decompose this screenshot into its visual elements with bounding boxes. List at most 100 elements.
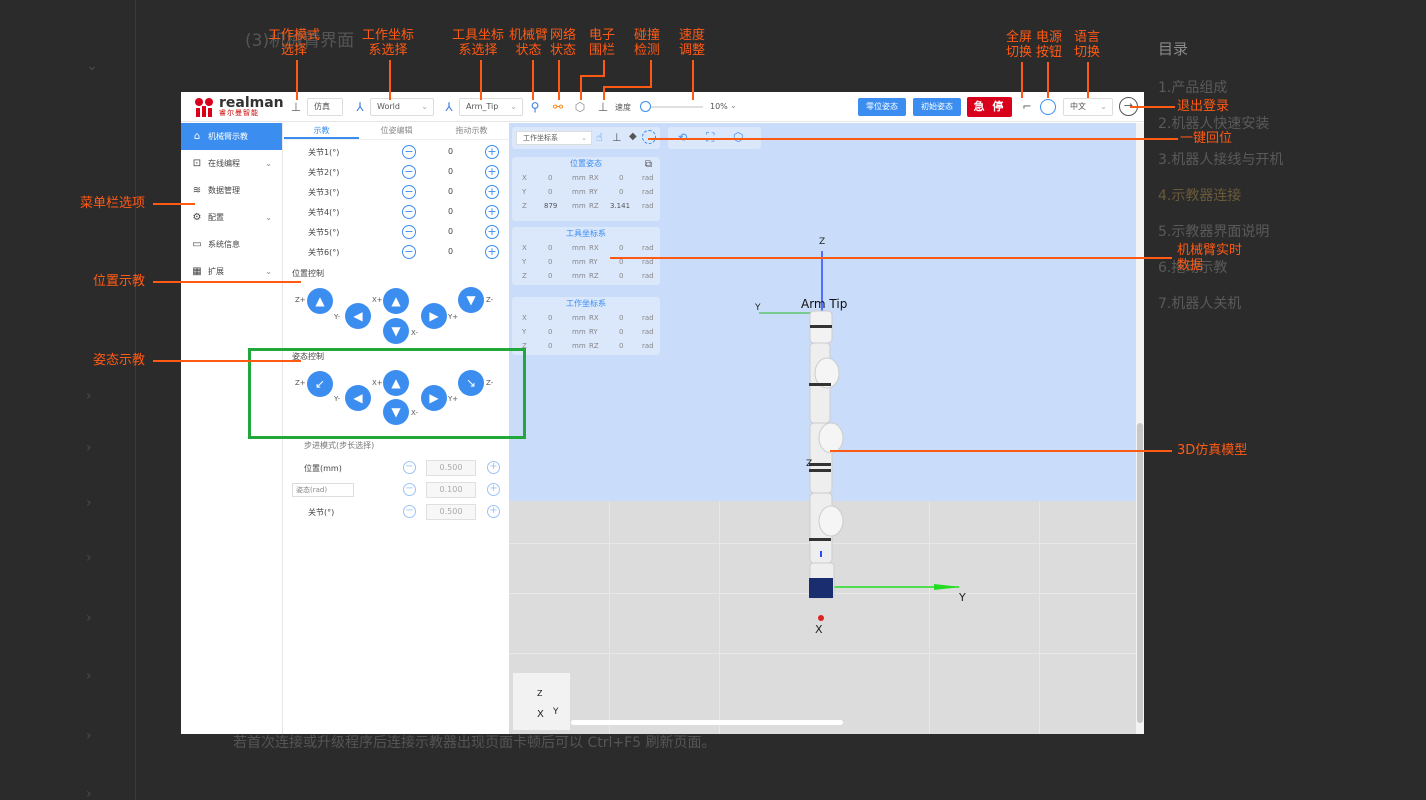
plus-icon[interactable]: + bbox=[487, 505, 500, 518]
toc-title: 目录 bbox=[1158, 40, 1189, 58]
minus-icon[interactable]: − bbox=[403, 505, 416, 518]
chevron-down-icon[interactable]: ⌄ bbox=[730, 101, 737, 110]
grid-line bbox=[1039, 501, 1040, 734]
tool-axis-icon[interactable]: ⊥ bbox=[612, 131, 622, 144]
jog-y-plus-button[interactable]: ▶ bbox=[421, 303, 447, 329]
eraser-icon[interactable]: ◆ bbox=[629, 131, 637, 142]
sidebar-item-system-info[interactable]: ▭ 系统信息 bbox=[181, 231, 282, 258]
work-mode-button[interactable]: 仿真 bbox=[307, 98, 343, 116]
speed-slider-track[interactable] bbox=[643, 106, 703, 108]
value: 3.141 bbox=[610, 202, 631, 210]
home-return-icon[interactable] bbox=[642, 130, 656, 144]
annotation-line bbox=[532, 60, 534, 100]
plus-icon[interactable]: + bbox=[485, 165, 499, 179]
pose-step-select[interactable]: 姿态(rad) bbox=[292, 483, 354, 497]
plus-icon[interactable]: + bbox=[487, 461, 500, 474]
logo-text: realman bbox=[219, 94, 284, 111]
config-icon: ⚙ bbox=[192, 211, 202, 223]
annotation-line bbox=[153, 203, 195, 205]
sidebar-item-label: 数据管理 bbox=[208, 186, 240, 195]
plus-icon[interactable]: + bbox=[485, 185, 499, 199]
value: 0 bbox=[619, 328, 624, 336]
sidebar-item-online-programming[interactable]: ⊡ 在线编程 ⌄ bbox=[181, 150, 282, 177]
unit: mm bbox=[572, 342, 586, 350]
annotation-net-status: 网络 状态 bbox=[550, 28, 577, 58]
vertical-scrollbar[interactable] bbox=[1136, 123, 1144, 734]
collision-icon[interactable]: ⊥ bbox=[594, 98, 612, 116]
fence-icon[interactable]: ⬡ bbox=[571, 98, 589, 116]
tab-pose-edit[interactable]: 位姿编辑 bbox=[359, 123, 434, 139]
power-icon[interactable] bbox=[1040, 99, 1056, 115]
sidebar-item-arm-teach[interactable]: ⌂ 机械臂示教 bbox=[181, 123, 282, 150]
axis-label: Y bbox=[522, 328, 527, 336]
jog-y-minus-button[interactable]: ◀ bbox=[345, 303, 371, 329]
3d-scene-view[interactable]: 工作坐标系⌄ ☝ ⊥ ◆ ⟲ ⛶ ⬡ 位置姿态 ⧉ X0mmRX0rad Y0m… bbox=[509, 123, 1144, 734]
value: 0 bbox=[619, 272, 624, 280]
arm-status-icon[interactable]: ⚲ bbox=[526, 98, 544, 116]
tab-drag-teach[interactable]: 拖动示教 bbox=[434, 123, 509, 139]
step-value-input[interactable]: 0.500 bbox=[426, 504, 476, 520]
arm-tip-label: Arm Tip bbox=[801, 297, 848, 311]
plus-icon[interactable]: + bbox=[485, 145, 499, 159]
joint-value: 0 bbox=[448, 147, 454, 156]
robot-arm-model[interactable] bbox=[739, 233, 999, 653]
plus-icon[interactable]: + bbox=[485, 225, 499, 239]
tab-teach[interactable]: 示教 bbox=[284, 123, 359, 139]
info-row: X 0 mm RX 0 rad bbox=[512, 241, 660, 255]
work-frame-select[interactable]: World ⌄ bbox=[370, 98, 434, 116]
jog-x-minus-button[interactable]: ▼ bbox=[383, 318, 409, 344]
card-title: 工作坐标系 bbox=[566, 299, 606, 308]
chevron-right-icon: › bbox=[86, 388, 92, 404]
plus-icon[interactable]: + bbox=[487, 483, 500, 496]
minus-icon[interactable]: − bbox=[402, 225, 416, 239]
drag-hand-icon[interactable]: ☝ bbox=[596, 131, 603, 144]
minus-icon[interactable]: − bbox=[402, 165, 416, 179]
toc-item[interactable]: 4.示教器连接 bbox=[1158, 185, 1418, 221]
plus-icon[interactable]: + bbox=[485, 245, 499, 259]
unit: rad bbox=[642, 272, 654, 280]
estop-button[interactable]: 急 停 bbox=[967, 97, 1012, 117]
scene-frame-select[interactable]: 工作坐标系 ⌄ bbox=[516, 131, 592, 145]
copy-icon[interactable]: ⧉ bbox=[645, 159, 652, 170]
plus-icon[interactable]: + bbox=[485, 205, 499, 219]
jog-z-minus-button[interactable]: ▼ bbox=[458, 287, 484, 313]
sidebar-item-config[interactable]: ⚙ 配置 ⌄ bbox=[181, 204, 282, 231]
minus-icon[interactable]: − bbox=[403, 483, 416, 496]
minus-icon[interactable]: − bbox=[403, 461, 416, 474]
jog-x-plus-button[interactable]: ▲ bbox=[383, 288, 409, 314]
fullscreen-icon[interactable]: ⌐ bbox=[1018, 98, 1036, 116]
scrollbar-thumb[interactable] bbox=[1137, 423, 1143, 723]
annotation-menu: 菜单栏选项 bbox=[80, 196, 146, 211]
zero-pose-button[interactable]: 零位姿态 bbox=[858, 98, 906, 116]
step-value-input[interactable]: 0.500 bbox=[426, 460, 476, 476]
minus-icon[interactable]: − bbox=[402, 205, 416, 219]
card-title: 工具坐标系 bbox=[566, 229, 606, 238]
tool-frame-select[interactable]: Arm_Tip ⌄ bbox=[459, 98, 523, 116]
annotation-line bbox=[650, 60, 652, 86]
mode-icon: ⊥ bbox=[290, 100, 302, 114]
unit: rad bbox=[642, 244, 654, 252]
realman-logo: realman 睿尔曼智能 bbox=[193, 96, 284, 118]
speed-slider-handle[interactable] bbox=[640, 101, 651, 112]
jog-z-plus-button[interactable]: ▲ bbox=[307, 288, 333, 314]
work-frame-icon: ⅄ bbox=[356, 100, 364, 114]
cube-view-icon[interactable]: ⬡ bbox=[733, 130, 743, 144]
toc-item[interactable]: 7.机器人关机 bbox=[1158, 293, 1418, 329]
toc-item[interactable]: 3.机器人接线与开机 bbox=[1158, 149, 1418, 185]
annotation-line bbox=[580, 75, 605, 77]
minus-icon[interactable]: − bbox=[402, 245, 416, 259]
horizontal-scrollbar[interactable] bbox=[571, 720, 843, 725]
language-select[interactable]: 中文 ⌄ bbox=[1063, 98, 1113, 116]
annotation-line bbox=[1047, 62, 1049, 98]
step-value-input[interactable]: 0.100 bbox=[426, 482, 476, 498]
minus-icon[interactable]: − bbox=[402, 185, 416, 199]
annotation-work-mode: 工作模式 选择 bbox=[268, 28, 321, 58]
minus-icon[interactable]: − bbox=[402, 145, 416, 159]
info-row: Y 0 mm RY 0 rad bbox=[512, 325, 660, 339]
init-pose-button[interactable]: 初始姿态 bbox=[913, 98, 961, 116]
axis-x-label: X bbox=[815, 623, 823, 636]
sidebar-item-data-management[interactable]: ≋ 数据管理 bbox=[181, 177, 282, 204]
unit: mm bbox=[572, 174, 586, 182]
network-status-icon[interactable]: ⚯ bbox=[549, 98, 567, 116]
axis-z-label: Z bbox=[819, 237, 826, 247]
